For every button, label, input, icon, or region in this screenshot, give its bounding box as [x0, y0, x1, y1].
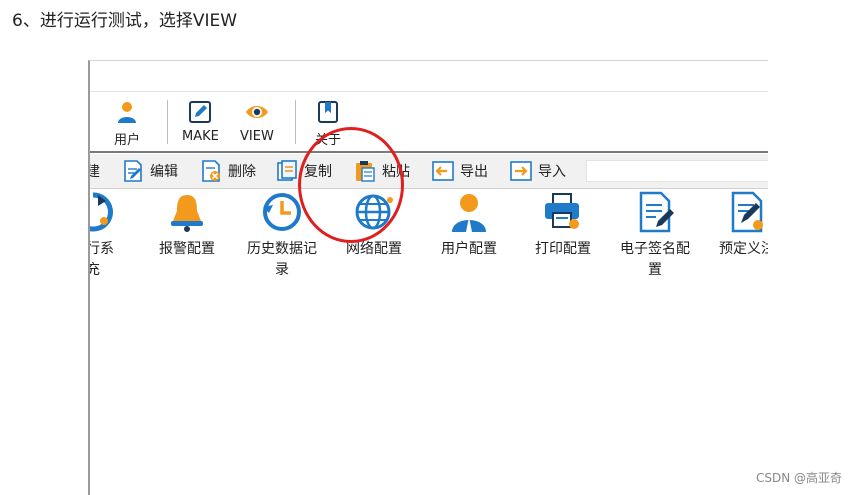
ribbon-user-button[interactable]: 用户	[114, 100, 140, 148]
import-arrow-icon	[510, 161, 532, 181]
grid-item-label-line2: 录	[275, 262, 289, 278]
grid-item-label: 预定义注	[702, 239, 768, 260]
user-icon	[118, 102, 136, 123]
toolbar: 建 编辑 删除	[90, 154, 768, 189]
ribbon-user-label: 用户	[114, 133, 141, 148]
toolbar-paste-button[interactable]: 粘贴	[354, 160, 410, 182]
history-clock-icon	[263, 193, 301, 231]
toolbar-edit-button[interactable]: 编辑	[122, 160, 178, 182]
ribbon-about-label: 关于	[315, 133, 342, 148]
ribbon-about-button[interactable]: 关于	[315, 100, 341, 148]
pencil-edit-icon	[189, 101, 212, 123]
grid-item-label: 用户配置	[424, 239, 514, 260]
copy-icon	[277, 160, 297, 181]
ribbon: 用户 MAKE VIEW 关于	[90, 92, 768, 150]
paste-clipboard-icon	[356, 161, 375, 182]
toolbar-edit-label: 编辑	[150, 164, 178, 180]
window-title-bar	[90, 61, 768, 92]
toolbar-import-label: 导入	[538, 164, 566, 180]
delete-doc-icon	[202, 160, 220, 182]
grid-item-label-line1: 网络配置	[346, 241, 402, 257]
toolbar-paste-label: 粘贴	[382, 164, 410, 180]
grid-item-label-line1: 报警配置	[159, 241, 215, 257]
toolbar-import-button[interactable]: 导入	[510, 160, 566, 182]
grid-item-label-line1: 运行系	[88, 241, 114, 257]
config-grid: 运行系 充 报警配置 历史数据记 录	[90, 191, 768, 491]
toolbar-search-input[interactable]	[586, 160, 768, 182]
grid-item-label-line2: 充	[90, 262, 100, 278]
grid-item-label-line1: 用户配置	[441, 241, 497, 257]
grid-item-label-line1: 电子签名配	[620, 241, 690, 257]
eye-icon	[245, 106, 268, 118]
ribbon-separator	[295, 100, 296, 144]
run-icon	[90, 192, 113, 232]
toolbar-delete-button[interactable]: 删除	[200, 160, 256, 182]
export-arrow-icon	[432, 161, 454, 181]
edit-doc-icon	[124, 160, 142, 182]
grid-item-history-record[interactable]: 历史数据记 录	[237, 191, 327, 281]
grid-item-predefined-note[interactable]: 预定义注	[702, 191, 768, 260]
bell-icon	[171, 195, 203, 232]
ribbon-make-button[interactable]: MAKE	[182, 100, 219, 144]
watermark-text: CSDN @高亚奇	[755, 471, 842, 485]
caption-text: 6、进行运行测试，选择VIEW	[12, 11, 238, 31]
grid-item-alarm-config[interactable]: 报警配置	[142, 191, 232, 260]
grid-item-esignature-config[interactable]: 电子签名配 置	[610, 191, 700, 281]
predefined-doc-icon	[731, 191, 763, 233]
ribbon-divider	[90, 151, 768, 153]
grid-item-label-line1: 历史数据记	[247, 241, 317, 257]
grid-item-label: 打印配置	[518, 239, 608, 260]
app-window: 用户 MAKE VIEW 关于 编辑 删除 复制 粘贴 导出 导入 行系 报警配…	[88, 60, 768, 495]
toolbar-export-label: 导出	[460, 164, 488, 180]
toolbar-copy-button[interactable]: 复制	[276, 160, 332, 182]
grid-item-label: 网络配置	[329, 239, 419, 260]
toolbar-new-button[interactable]: 建	[90, 160, 100, 182]
printer-icon	[545, 193, 579, 229]
ribbon-separator	[167, 100, 168, 144]
grid-item-run-system[interactable]: 运行系 充	[88, 191, 138, 281]
grid-item-label-line1: 打印配置	[535, 241, 591, 257]
grid-item-user-config[interactable]: 用户配置	[424, 191, 514, 260]
toolbar-export-button[interactable]: 导出	[432, 160, 488, 182]
globe-icon	[355, 194, 393, 230]
signature-doc-icon	[639, 191, 674, 233]
toolbar-copy-label: 复制	[304, 164, 332, 180]
grid-item-label: 电子签名配 置	[610, 239, 700, 281]
grid-item-print-config[interactable]: 打印配置	[518, 191, 608, 260]
grid-item-label: 运行系 充	[88, 239, 138, 281]
toolbar-delete-label: 删除	[228, 164, 256, 180]
ribbon-view-label: VIEW	[240, 129, 274, 144]
ribbon-make-label: MAKE	[182, 129, 219, 144]
grid-item-label: 历史数据记 录	[237, 239, 327, 281]
grid-item-label: 报警配置	[142, 239, 232, 260]
grid-item-label-line1: 预定义注	[719, 241, 768, 257]
toolbar-new-label: 建	[90, 161, 100, 181]
bookmark-book-icon	[318, 101, 338, 123]
grid-item-network-config[interactable]: 网络配置	[329, 191, 419, 260]
ribbon-view-button[interactable]: VIEW	[240, 100, 274, 144]
grid-item-label-line2: 置	[648, 262, 662, 278]
user-icon	[452, 194, 486, 232]
